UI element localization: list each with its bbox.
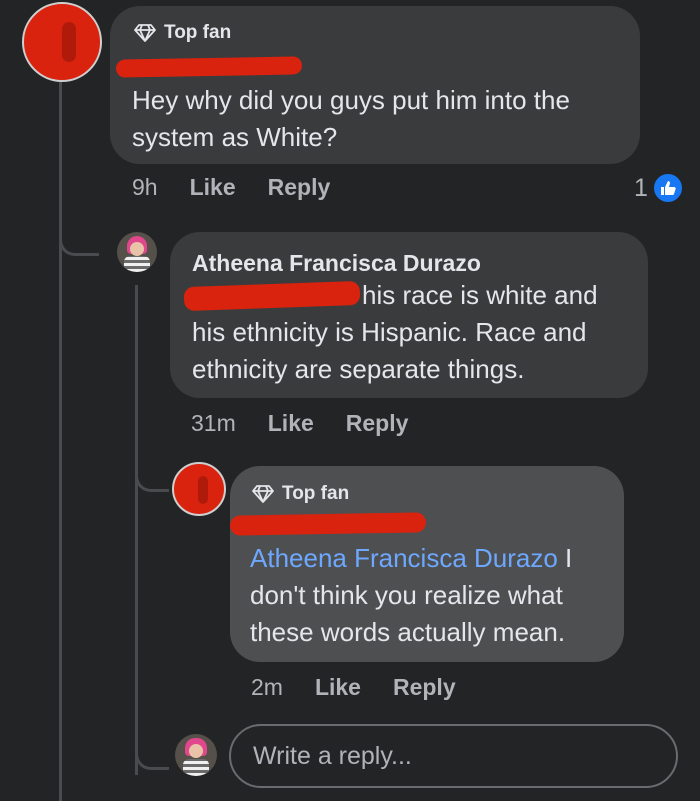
comment-time[interactable]: 9h	[132, 174, 158, 201]
comment-time[interactable]: 2m	[251, 674, 283, 701]
reaction-count-value: 1	[634, 173, 648, 202]
top-fan-badge: Top fan	[252, 483, 349, 505]
comment-text-body: his race is white and his ethnicity is H…	[192, 280, 598, 384]
thread-line-main	[59, 80, 62, 801]
reply-button[interactable]: Reply	[346, 410, 409, 437]
thread-connector-2	[135, 440, 169, 492]
thread-connector-3	[135, 720, 169, 770]
comment-actions-1: 9h Like Reply	[132, 174, 362, 201]
comment-bubble-2: Atheena Francisca Durazo his race is whi…	[170, 232, 648, 398]
comment-bubble-1: Top fan Hey why did you guys put him int…	[110, 6, 640, 164]
reply-button[interactable]: Reply	[393, 674, 456, 701]
top-fan-badge: Top fan	[134, 22, 231, 44]
top-fan-label: Top fan	[164, 22, 232, 43]
comment-bubble-3: Top fan Atheena Francisca Durazo I don't…	[229, 466, 624, 662]
mention-link[interactable]: Atheena Francisca Durazo	[250, 543, 558, 573]
avatar-current-user	[175, 734, 217, 776]
comment-text: his race is white and his ethnicity is H…	[192, 277, 632, 388]
redacted-author-name	[115, 56, 303, 78]
avatar-redacted[interactable]	[172, 462, 226, 516]
reply-button[interactable]: Reply	[268, 174, 331, 201]
reply-placeholder: Write a reply...	[253, 741, 412, 770]
top-fan-label: Top fan	[282, 483, 350, 504]
thumbs-up-icon	[651, 172, 684, 204]
comment-actions-2: 31m Like Reply	[191, 410, 440, 437]
like-button[interactable]: Like	[268, 410, 314, 437]
comment-time[interactable]: 31m	[191, 410, 236, 437]
redacted-author-name	[229, 512, 427, 536]
diamond-icon	[134, 24, 156, 42]
comment-author[interactable]: Atheena Francisca Durazo	[192, 250, 481, 277]
reaction-count[interactable]: 1	[634, 172, 684, 204]
thread-line-nested	[135, 285, 138, 775]
comment-text: Atheena Francisca Durazo I don't think y…	[250, 540, 610, 651]
like-button[interactable]: Like	[315, 674, 361, 701]
reply-input[interactable]: Write a reply...	[229, 724, 678, 788]
diamond-icon	[252, 485, 274, 503]
comment-text: Hey why did you guys put him into the sy…	[132, 85, 570, 152]
like-button[interactable]: Like	[190, 174, 236, 201]
avatar-atheena[interactable]	[117, 232, 157, 272]
comment-actions-3: 2m Like Reply	[251, 674, 488, 701]
thread-connector-1	[59, 200, 99, 256]
avatar-redacted[interactable]	[22, 2, 102, 82]
